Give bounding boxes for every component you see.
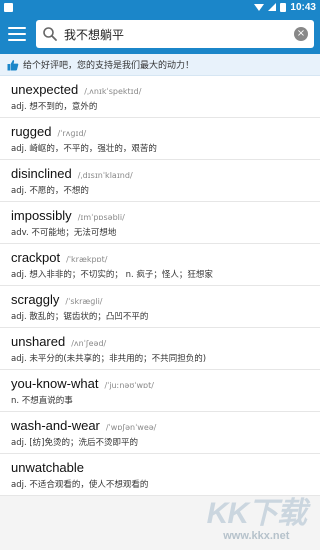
definition: adj. 崎岖的，不平的，强壮的，艰苦的 bbox=[11, 144, 157, 154]
list-item[interactable]: crackpot/ˈkrækpɒt/ adj. 想入非非的；不切实的； n. 疯… bbox=[0, 244, 320, 286]
status-right: 10:43 bbox=[254, 2, 316, 13]
menu-icon[interactable] bbox=[8, 27, 26, 41]
definition: adj. 想不到的，意外的 bbox=[11, 102, 98, 112]
definition: adj. 不愿的，不想的 bbox=[11, 186, 89, 196]
app-bar: × bbox=[0, 14, 320, 54]
search-input[interactable] bbox=[64, 27, 294, 41]
phonetic: /ˈwɒʃənˈweə/ bbox=[105, 423, 157, 432]
word: unshared bbox=[11, 334, 66, 349]
watermark: KK下载 www.kkx.net bbox=[206, 497, 307, 543]
list-item[interactable]: unshared/ʌnˈʃeəd/ adj. 未平分的(未共享的；非共用的；不共… bbox=[0, 328, 320, 370]
list-item[interactable]: unwatchable adj. 不适合观看的，使人不想观看的 bbox=[0, 454, 320, 496]
phonetic: /ɪmˈpɒsəbli/ bbox=[77, 213, 125, 222]
word: unexpected bbox=[11, 82, 79, 97]
word: wash-and-wear bbox=[11, 418, 100, 433]
definition: adj. 散乱的；锯齿状的；凸凹不平的 bbox=[11, 312, 149, 322]
watermark-url: www.kkx.net bbox=[223, 530, 290, 542]
list-item[interactable]: disinclined/ˌdɪsɪnˈklaɪnd/ adj. 不愿的，不想的 bbox=[0, 160, 320, 202]
result-list: unexpected/ˌʌnɪkˈspektɪd/ adj. 想不到的，意外的 … bbox=[0, 76, 320, 496]
status-left bbox=[4, 2, 13, 12]
battery-icon bbox=[280, 2, 287, 12]
phonetic: /ˌʌnɪkˈspektɪd/ bbox=[84, 87, 142, 96]
word: disinclined bbox=[11, 166, 72, 181]
phonetic: /ˈskræɡli/ bbox=[65, 297, 103, 306]
word: impossibly bbox=[11, 208, 72, 223]
definition: adv. 不可能地；无法可想地 bbox=[11, 228, 117, 238]
watermark-logo: KK下载 bbox=[206, 497, 307, 530]
word: scraggly bbox=[11, 292, 60, 307]
definition: adj. 未平分的(未共享的；非共用的；不共同担负的) bbox=[11, 354, 207, 364]
list-item[interactable]: rugged/ˈrʌɡɪd/ adj. 崎岖的，不平的，强壮的，艰苦的 bbox=[0, 118, 320, 160]
definition: adj. 想入非非的；不切实的； n. 疯子；怪人；狂想家 bbox=[11, 270, 213, 280]
phonetic: /ˈrʌɡɪd/ bbox=[57, 129, 87, 138]
search-icon bbox=[43, 27, 57, 41]
list-item[interactable]: scraggly/ˈskræɡli/ adj. 散乱的；锯齿状的；凸凹不平的 bbox=[0, 286, 320, 328]
word: rugged bbox=[11, 124, 52, 139]
banner-text: 给个好评吧，您的支持是我们最大的动力！ bbox=[23, 61, 195, 71]
definition: adj. 不适合观看的，使人不想观看的 bbox=[11, 480, 149, 490]
notification-icon bbox=[4, 2, 13, 12]
phonetic: /ˈkrækpɒt/ bbox=[66, 255, 108, 264]
clear-icon[interactable]: × bbox=[294, 27, 308, 41]
definition: n. 不想直说的事 bbox=[11, 396, 73, 406]
phonetic: /ʌnˈʃeəd/ bbox=[71, 339, 107, 348]
phonetic: /ˌdɪsɪnˈklaɪnd/ bbox=[77, 171, 133, 180]
status-time: 10:43 bbox=[290, 1, 316, 13]
word: you-know-what bbox=[11, 376, 99, 391]
signal-icon bbox=[268, 3, 277, 11]
word: unwatchable bbox=[11, 460, 84, 475]
list-item[interactable]: you-know-what/ˈjuːnəʊˈwɒt/ n. 不想直说的事 bbox=[0, 370, 320, 412]
list-item[interactable]: wash-and-wear/ˈwɒʃənˈweə/ adj. [纺]免烫的；洗后… bbox=[0, 412, 320, 454]
wifi-icon bbox=[254, 3, 265, 11]
list-item[interactable]: impossibly/ɪmˈpɒsəbli/ adv. 不可能地；无法可想地 bbox=[0, 202, 320, 244]
thumbs-up-icon bbox=[7, 59, 19, 70]
phonetic: /ˈjuːnəʊˈwɒt/ bbox=[104, 381, 154, 390]
list-item[interactable]: unexpected/ˌʌnɪkˈspektɪd/ adj. 想不到的，意外的 bbox=[0, 76, 320, 118]
rating-banner[interactable]: 给个好评吧，您的支持是我们最大的动力！ bbox=[0, 54, 320, 76]
word: crackpot bbox=[11, 250, 61, 265]
status-bar: 10:43 bbox=[0, 0, 320, 14]
search-box[interactable]: × bbox=[36, 20, 314, 48]
definition: adj. [纺]免烫的；洗后不烫即平的 bbox=[11, 438, 139, 448]
